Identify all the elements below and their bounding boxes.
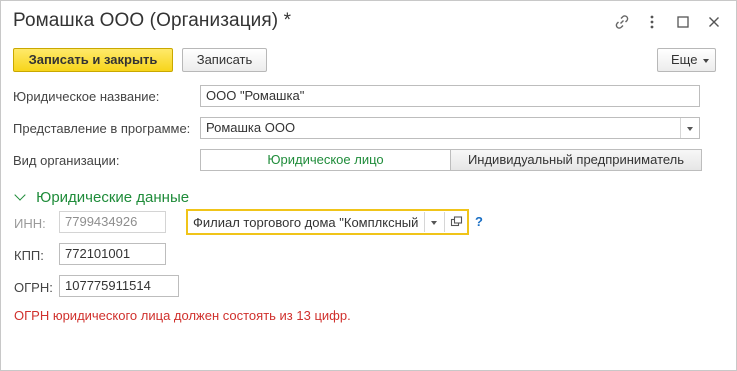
window-title: Ромашка ООО (Организация) *: [13, 10, 292, 31]
legal-data-section-header[interactable]: Юридические данные: [14, 189, 189, 206]
kpp-label: КПП:: [14, 248, 44, 263]
legal-name-input[interactable]: ООО "Ромашка": [200, 85, 700, 107]
more-button-label: Еще: [671, 52, 698, 67]
organization-window: Ромашка ООО (Организация) * Записать и з…: [0, 0, 737, 371]
inn-input[interactable]: 7799434926: [59, 211, 166, 233]
branch-select-value: Филиал торгового дома "Комплксный: [193, 215, 419, 230]
ogrn-label: ОГРН:: [14, 280, 53, 295]
org-type-entrepreneur-option[interactable]: Индивидуальный предприниматель: [450, 149, 702, 171]
legal-data-section-title: Юридические данные: [36, 189, 190, 206]
display-name-label: Представление в программе:: [13, 121, 191, 136]
org-type-legal-entity-option[interactable]: Юридическое лицо: [200, 149, 451, 171]
more-vertical-icon[interactable]: [643, 13, 661, 31]
save-button[interactable]: Записать: [182, 48, 267, 72]
help-link[interactable]: ?: [475, 214, 483, 229]
chevron-down-icon: [703, 59, 709, 63]
display-name-dropdown-icon[interactable]: [680, 118, 699, 138]
display-name-value: Ромашка ООО: [206, 120, 296, 135]
more-button[interactable]: Еще: [657, 48, 716, 72]
ogrn-input[interactable]: 107775911514: [59, 275, 179, 297]
link-icon[interactable]: [613, 13, 631, 31]
org-type-label: Вид организации:: [13, 153, 120, 168]
branch-dropdown-icon[interactable]: [424, 212, 443, 232]
save-and-close-button[interactable]: Записать и закрыть: [13, 48, 173, 72]
maximize-icon[interactable]: [674, 13, 692, 31]
close-icon[interactable]: [705, 13, 723, 31]
open-form-icon[interactable]: [444, 212, 467, 232]
ogrn-error-message: ОГРН юридического лица должен состоять и…: [14, 308, 351, 323]
legal-name-label: Юридическое название:: [13, 89, 160, 104]
inn-label: ИНН:: [14, 216, 46, 231]
collapse-chevron-icon: [14, 189, 26, 201]
kpp-input[interactable]: 772101001: [59, 243, 166, 265]
display-name-input[interactable]: Ромашка ООО: [200, 117, 700, 139]
branch-select[interactable]: Филиал торгового дома "Комплксный: [186, 209, 469, 235]
